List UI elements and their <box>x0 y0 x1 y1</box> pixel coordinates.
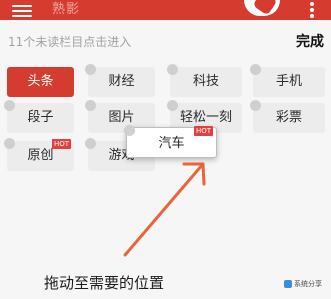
watermark: 系统分享 <box>284 276 326 292</box>
delete-dot-icon[interactable] <box>4 100 15 111</box>
channel-tag-label: 轻松一刻 <box>179 110 232 125</box>
channel-tag-duanzi[interactable]: 段子 <box>4 100 74 133</box>
channel-tag-label: 段子 <box>27 110 54 125</box>
delete-dot-icon[interactable] <box>167 64 178 75</box>
done-button[interactable]: 完成 <box>296 31 324 51</box>
delete-dot-icon[interactable] <box>167 100 178 111</box>
channel-tag-label: 科技 <box>192 74 219 89</box>
hamburger-menu-icon[interactable] <box>12 3 32 17</box>
dragging-channel-tag[interactable]: HOT 汽车 <box>124 125 217 158</box>
drag-instruction-text: 拖动至需要的位置 <box>44 274 165 292</box>
channel-editor-screen: 熟影 11个未读栏目点击进入 完成 头条 财经 科技 手机 段子 图片 轻松一刻… <box>0 0 331 299</box>
more-vertical-icon[interactable] <box>307 2 317 18</box>
delete-dot-icon[interactable] <box>124 125 135 136</box>
watermark-logo-icon <box>284 280 292 288</box>
channel-tag-toutiao[interactable]: 头条 <box>7 67 74 97</box>
delete-dot-icon[interactable] <box>85 100 96 111</box>
channel-tag-label: 财经 <box>108 74 135 89</box>
app-logo-icon <box>244 0 280 16</box>
watermark-text: 系统分享 <box>294 280 322 288</box>
unread-channels-hint: 11个未读栏目点击进入 <box>8 35 132 49</box>
channel-tag-label: 图片 <box>108 110 135 125</box>
delete-dot-icon[interactable] <box>85 64 96 75</box>
channel-tag-yuanchuang[interactable]: HOT 原创 <box>4 138 74 171</box>
channel-tag-shouji[interactable]: 手机 <box>250 64 325 97</box>
hot-badge: HOT <box>193 126 213 136</box>
hot-badge: HOT <box>51 139 71 149</box>
channel-tag-caijing[interactable]: 财经 <box>85 64 155 97</box>
delete-dot-icon[interactable] <box>4 138 15 149</box>
channel-tag-label: 手机 <box>275 74 302 89</box>
channel-tag-caipiao[interactable]: 彩票 <box>250 100 325 133</box>
top-bar: 熟影 <box>0 0 331 20</box>
channel-tag-label: 原创 <box>27 148 54 163</box>
channel-tag-label: 彩票 <box>275 110 302 125</box>
app-title: 熟影 <box>52 2 81 17</box>
channel-tag-label: 头条 <box>27 74 54 89</box>
delete-dot-icon[interactable] <box>250 64 261 75</box>
delete-dot-icon[interactable] <box>85 138 96 149</box>
delete-dot-icon[interactable] <box>250 100 261 111</box>
channel-tag-keji[interactable]: 科技 <box>167 64 242 97</box>
channel-tag-label: 汽车 <box>158 136 185 151</box>
